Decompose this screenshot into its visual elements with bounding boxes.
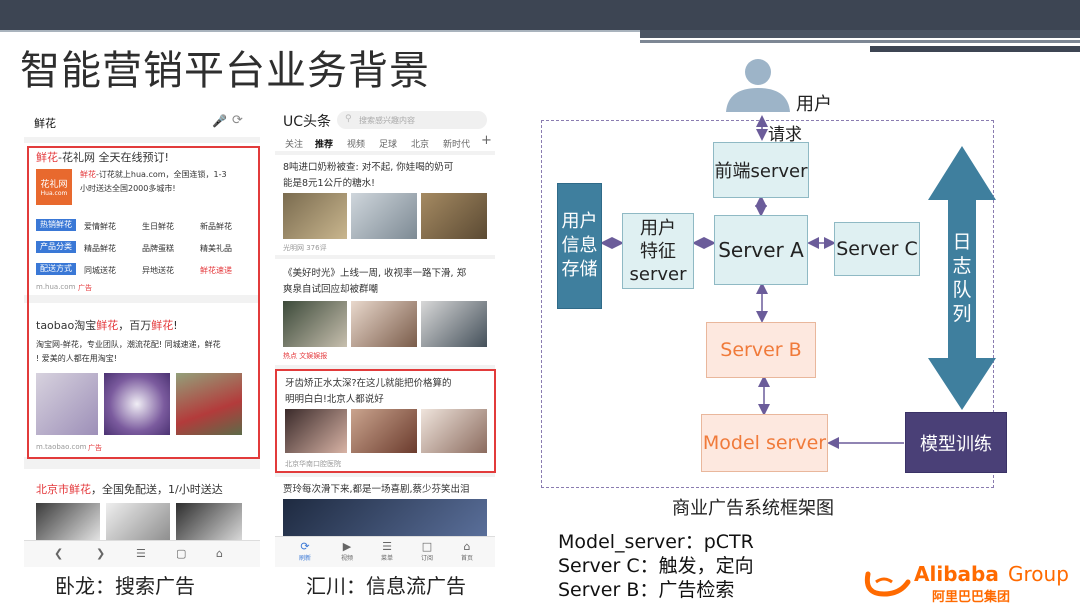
diagram-caption: 商业广告系统框架图 <box>672 498 834 519</box>
legend-line: Server C：触发，定向 <box>558 555 754 577</box>
model-server-box: Model server <box>701 414 828 472</box>
frontend-server-box: 前端server <box>713 142 809 198</box>
legend-line: Server B：广告检索 <box>558 579 735 601</box>
alibaba-group-text: Group <box>1008 562 1069 586</box>
diagram-connectors <box>600 59 996 449</box>
alibaba-cn-text: 阿里巴巴集团 <box>932 590 1011 605</box>
server-a-box: Server A <box>714 215 808 285</box>
user-icon <box>726 59 790 112</box>
alibaba-wordmark: Alibaba <box>914 562 999 586</box>
user-feature-server-box: 用户 特征 server <box>622 213 694 289</box>
alibaba-logo: Alibaba Group 阿里巴巴集团 <box>862 560 1074 606</box>
alibaba-smile-icon <box>864 571 911 597</box>
user-info-storage-box: 用户 信息 存储 <box>557 183 602 309</box>
model-training-box: 模型训练 <box>905 412 1007 473</box>
server-c-box: Server C <box>834 222 920 276</box>
legend-line: Model_server：pCTR <box>558 531 754 553</box>
server-b-box: Server B <box>706 322 816 378</box>
log-queue-label: 日 志 队 列 <box>952 231 972 325</box>
user-label: 用户 <box>796 94 832 115</box>
